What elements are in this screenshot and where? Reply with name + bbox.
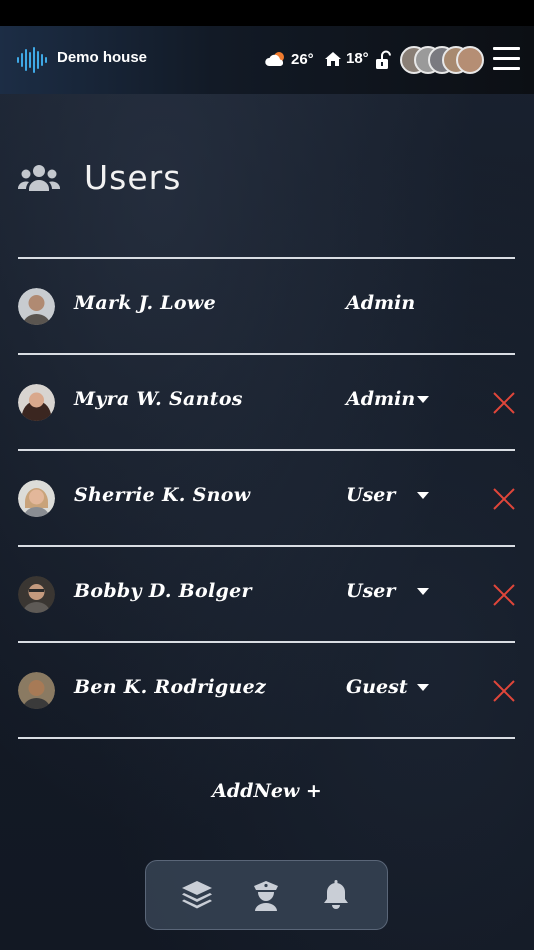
list-item: Ben K. Rodriguez Guest [18,641,515,737]
chevron-down-icon[interactable] [417,492,429,499]
page-header: Users [18,158,181,197]
system-status-bar [0,0,534,26]
user-name: Mark J. Lowe [74,292,216,314]
user-name: Bobby D. Bolger [74,580,252,602]
users-group-icon [18,164,60,191]
avatar [18,480,55,517]
close-icon[interactable] [492,679,516,703]
role-dropdown[interactable]: Admin [346,388,415,410]
nav-security-button[interactable] [246,875,286,915]
close-icon[interactable] [492,583,516,607]
layers-icon [181,881,212,909]
add-new-user-button[interactable]: AddNew + [0,780,534,802]
list-divider [18,737,515,739]
nav-layers-button[interactable] [177,875,217,915]
users-list: Mark J. Lowe Admin Myra W. Santos Admin … [18,257,515,739]
outdoor-weather: 26° [265,50,314,68]
user-name: Ben K. Rodriguez [74,676,267,698]
page-title: Users [84,158,182,197]
nav-notifications-button[interactable] [316,875,356,915]
list-item: Myra W. Santos Admin [18,353,515,449]
household-avatars[interactable] [400,46,490,74]
chevron-down-icon[interactable] [417,588,429,595]
list-item: Sherrie K. Snow User [18,449,515,545]
outdoor-temperature: 26° [291,50,314,68]
avatar [18,288,55,325]
role-dropdown[interactable]: User [346,580,395,602]
avatar [456,46,484,74]
avatar [18,672,55,709]
home-icon [325,51,341,66]
chevron-down-icon[interactable] [417,396,429,403]
close-icon[interactable] [492,487,516,511]
user-name: Myra W. Santos [74,388,243,410]
bottom-navigation [145,860,388,930]
list-item: Mark J. Lowe Admin [18,257,515,353]
avatar [18,576,55,613]
user-name: Sherrie K. Snow [74,484,251,506]
indoor-temperature: 18° [346,50,369,67]
house-name[interactable]: Demo house [57,49,147,66]
role-dropdown[interactable]: Guest [346,676,408,698]
close-icon[interactable] [492,391,516,415]
police-officer-icon [254,881,279,911]
bell-icon [324,880,349,909]
hamburger-menu-icon[interactable] [493,47,520,71]
avatar [18,384,55,421]
chevron-down-icon[interactable] [417,684,429,691]
cloud-sun-icon [265,52,284,66]
user-role: Admin [346,292,416,314]
top-app-bar: Demo house 26° 18° [0,26,534,94]
unlocked-icon[interactable] [375,50,391,70]
role-dropdown[interactable]: User [346,484,395,506]
indoor-temperature-group: 18° [324,50,369,67]
list-item: Bobby D. Bolger User [18,545,515,641]
app-logo-icon [17,47,47,73]
